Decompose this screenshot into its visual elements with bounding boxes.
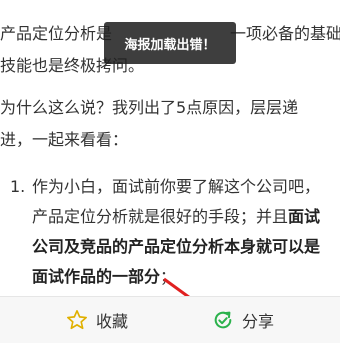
- bottom-action-bar: 收藏 分享: [0, 296, 340, 343]
- list-item-number: 1.: [10, 177, 26, 196]
- favorite-button[interactable]: 收藏: [66, 297, 128, 343]
- list-item-line-4: 面试作品的一部分；: [32, 267, 177, 286]
- paragraph-2-line-2: 进，一起来看看：: [0, 130, 129, 149]
- paragraph-2-line-1: 为什么这么说？我列出了5点原因，层层递: [0, 98, 299, 117]
- share-icon: [214, 311, 232, 329]
- star-icon: [67, 310, 87, 330]
- share-button[interactable]: 分享: [212, 297, 274, 343]
- list-item-line-1: 作为小白，面试前你要了解这个公司吧，: [32, 177, 321, 196]
- list-item-line-2: 产品定位分析就是很好的手段；并且面试: [32, 207, 321, 226]
- error-toast: 海报加载出错！: [104, 22, 236, 64]
- favorite-label: 收藏: [96, 312, 129, 331]
- toast-message: 海报加载出错！: [124, 37, 216, 53]
- share-label: 分享: [242, 312, 275, 331]
- list-item-line-3: 公司及竞品的产品定位分析本身就可以是: [32, 237, 321, 256]
